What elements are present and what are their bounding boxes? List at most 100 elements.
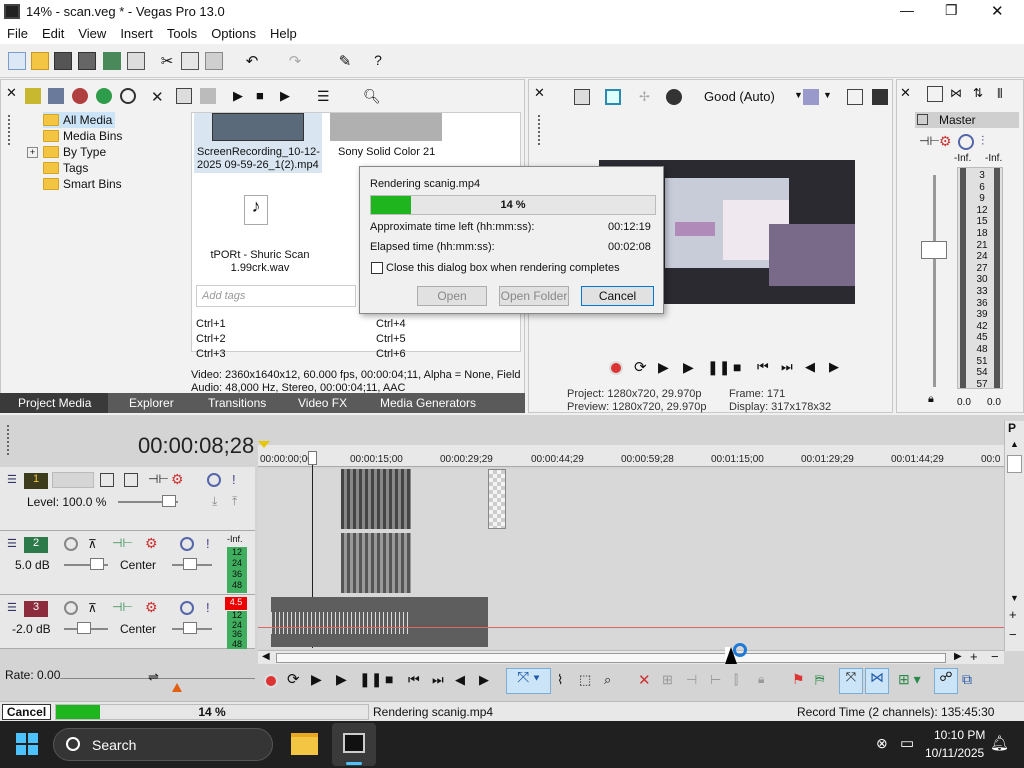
menu-tools[interactable]: Tools (160, 24, 204, 43)
solo-icon[interactable]: ⫶ (981, 133, 997, 149)
volume-slider-thumb[interactable] (77, 622, 91, 634)
play-preview-icon[interactable]: ▶ (233, 88, 249, 104)
open-icon[interactable] (31, 52, 49, 70)
tree-item-smart-bins[interactable]: Smart Bins (43, 176, 122, 192)
new-icon[interactable] (8, 52, 26, 70)
track-fx-icon[interactable]: ⚙ (171, 471, 185, 487)
level-slider-thumb[interactable] (162, 495, 176, 507)
close-button[interactable]: ✕ (991, 2, 1004, 20)
status-cancel-button[interactable]: Cancel (2, 704, 51, 720)
open-button[interactable]: Open (417, 286, 487, 306)
tree-item-media-bins[interactable]: Media Bins (43, 128, 122, 144)
envelope-tool-icon[interactable]: ⌇ (557, 672, 563, 688)
file-explorer-taskbar-icon[interactable] (291, 733, 318, 755)
enable-snapping-icon[interactable]: ✎ (336, 52, 354, 70)
properties-icon[interactable] (127, 52, 145, 70)
preview-properties-icon[interactable] (574, 89, 590, 105)
insert-fx-icon[interactable]: ⊣⊢ (919, 134, 940, 150)
get-media-icon[interactable] (72, 88, 88, 104)
pan-slider-thumb[interactable] (183, 622, 197, 634)
tree-item-by-type[interactable]: + By Type (27, 144, 106, 160)
menu-options[interactable]: Options (204, 24, 263, 43)
save-icon[interactable] (54, 52, 72, 70)
lock-icon[interactable]: 🔒︎ (758, 672, 764, 687)
delete-icon[interactable]: ✕ (638, 671, 651, 689)
trim-end-icon[interactable]: ⊢ (710, 672, 721, 688)
solo-icon[interactable]: ! (232, 472, 246, 487)
scroll-left-icon[interactable]: ◀ (262, 651, 270, 662)
invert-phase-icon[interactable]: ⊼ (88, 537, 102, 551)
playhead-handle[interactable] (308, 451, 317, 465)
track-header-audio-2[interactable]: ☰ 2 ⊼ ⊣⊢ ⚙ ! -Inf. 5.0 dB Center 12 24 36 4… (0, 531, 255, 595)
track-header-audio-3[interactable]: ☰ 3 ⊼ ⊣⊢ ⚙ ! 4.5 -2.0 dB Center 12 24 36 48 (0, 595, 255, 649)
go-to-start-icon[interactable]: ⏮ (408, 672, 420, 688)
media-item-screenrecording[interactable]: ScreenRecording_10-12-2025 09-59-26_1(2)… (194, 113, 322, 173)
auto-ripple-button[interactable]: ⋈ (865, 668, 889, 694)
search-media-icon[interactable] (120, 88, 136, 104)
save-snapshot-icon[interactable] (872, 89, 888, 105)
play-icon[interactable]: ▶ (683, 359, 694, 376)
make-compositing-child-icon[interactable] (124, 473, 138, 487)
save-as-icon[interactable] (78, 52, 96, 70)
media-item-wav[interactable]: ♪ tPORt - Shuric Scan 1.99crk.wav (200, 195, 320, 274)
scroll-down-icon[interactable]: ▼ (1010, 593, 1019, 603)
play-from-start-icon[interactable]: ▶ (311, 671, 322, 688)
menu-view[interactable]: View (71, 24, 113, 43)
capture-video-icon[interactable] (48, 88, 64, 104)
master-fx-icon[interactable]: ⚙ (939, 133, 955, 149)
loop-marker-icon[interactable] (258, 441, 270, 448)
tab-explorer[interactable]: Explorer (129, 396, 174, 410)
vertical-scrollbar[interactable]: P ▲ ▼ + − (1004, 421, 1024, 651)
track-header-video-1[interactable]: ☰ 1 ⊣⊢ ⚙ ! Level: 100.0 % ⤓ ⤒ (0, 467, 255, 531)
cancel-render-button[interactable]: Cancel (581, 286, 654, 306)
trim-start-icon[interactable]: ⊣ (686, 672, 697, 688)
scrub-pointer-icon[interactable] (172, 683, 182, 692)
menu-insert[interactable]: Insert (113, 24, 160, 43)
media-properties-icon[interactable] (176, 88, 192, 104)
track-fx-icon[interactable]: ⚙ (145, 599, 159, 615)
volume-slider-thumb[interactable] (90, 558, 104, 570)
track-peak-clip[interactable]: 4.5 (225, 597, 247, 610)
arm-record-icon[interactable] (64, 601, 78, 615)
media-fx-icon[interactable] (200, 88, 216, 104)
scroll-thumb[interactable] (1007, 455, 1022, 473)
panel-close-icon[interactable]: ✕ (534, 85, 550, 101)
expand-keyframes-icon[interactable]: ⤓ (212, 494, 226, 508)
menu-file[interactable]: File (0, 24, 35, 43)
open-folder-button[interactable]: Open Folder (499, 286, 569, 306)
video-event-clip[interactable] (341, 469, 411, 529)
track-fx-chain-icon[interactable]: ⊣⊢ (112, 600, 133, 614)
video-event-clip[interactable] (488, 469, 506, 529)
remove-media-icon[interactable]: ✕ (151, 88, 167, 106)
invert-phase-icon[interactable]: ⊼ (88, 601, 102, 615)
track-name-field[interactable] (52, 472, 94, 488)
tab-project-media[interactable]: Project Media (0, 393, 108, 413)
mute-icon[interactable] (180, 537, 194, 551)
horizontal-scrollbar[interactable]: ◀ ▶ + − (258, 649, 1004, 664)
track-collapse-icon[interactable]: ☰ (7, 537, 21, 551)
collapse-keyframes-icon[interactable]: ⤒ (232, 494, 246, 508)
mixer-properties-icon[interactable] (927, 86, 943, 102)
next-frame-icon[interactable]: ▶ (829, 359, 839, 375)
panel-grip[interactable] (7, 425, 10, 455)
tab-media-generators[interactable]: Media Generators (380, 396, 476, 410)
loop-icon[interactable]: ⟳ (634, 358, 647, 376)
mute-icon[interactable] (207, 473, 221, 487)
render-as-icon[interactable] (103, 52, 121, 70)
redo-icon[interactable]: ↷ (286, 52, 304, 70)
cut-icon[interactable]: ✂ (158, 52, 176, 70)
copy-snapshot-icon[interactable] (847, 89, 863, 105)
track-fx-chain-icon[interactable]: ⊣⊢ (112, 536, 133, 550)
scrub-handle-icon[interactable]: ⇌ (148, 669, 159, 685)
zoom-tool-icon[interactable]: ⌕ (604, 672, 611, 688)
loop-icon[interactable]: ⟳ (287, 670, 300, 688)
overlays-icon[interactable] (803, 89, 819, 105)
pause-icon[interactable]: ❚❚ (359, 671, 382, 688)
import-media-icon[interactable] (25, 88, 41, 104)
stop-icon[interactable]: ■ (385, 671, 393, 687)
zoom-out-icon[interactable]: − (991, 649, 999, 664)
lock-envelopes-button[interactable]: ☍ (934, 668, 958, 694)
tab-transitions[interactable]: Transitions (208, 396, 266, 410)
menu-edit[interactable]: Edit (35, 24, 71, 43)
tags-input[interactable]: Add tags (196, 285, 356, 307)
